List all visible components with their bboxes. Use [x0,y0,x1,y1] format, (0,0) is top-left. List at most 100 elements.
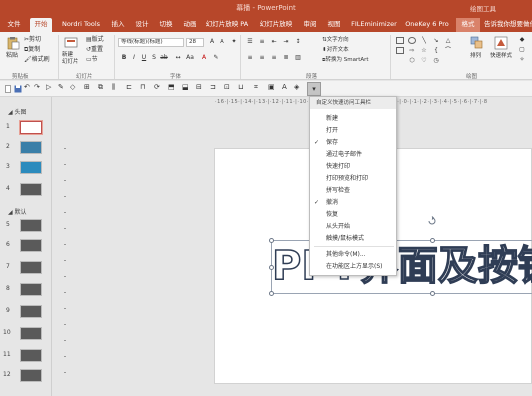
slide-thumb-3[interactable] [20,161,42,174]
tab-animations[interactable]: 动画 [180,18,200,32]
menu-item-show-above-ribbon[interactable]: 在功能区上方显示(S) [310,261,396,272]
decrease-font-icon[interactable]: A [218,38,226,46]
tell-me-search[interactable]: 告诉我你想要做什么 [484,18,532,32]
resize-handle[interactable] [269,291,274,296]
align-left-icon[interactable]: ≡ [246,54,254,62]
menu-item-email[interactable]: 通过电子邮件 [310,149,396,160]
font-color-icon[interactable]: A [200,54,208,62]
arrow-shape-icon[interactable]: ↘ [432,37,440,45]
menu-item-quick-print[interactable]: 快速打印 [310,161,396,172]
line-spacing-icon[interactable]: ↕ [294,38,302,46]
italic-icon[interactable]: I [130,54,138,62]
justify-icon[interactable]: ≣ [282,54,290,62]
font-name-combo[interactable]: 等线(标题)(标题) [118,38,184,47]
tab-nordri-tools[interactable]: Nordri Tools [58,18,104,32]
section-header-cover[interactable]: ◢ 头图 [8,107,27,116]
tab-insert[interactable]: 插入 [108,18,128,32]
tab-slideshow[interactable]: 幻灯片放映 [256,18,296,32]
slide-thumb-8[interactable] [20,283,42,296]
arrange-icon[interactable] [470,36,484,50]
curve-shape-icon[interactable]: ⌒ [444,47,452,55]
text-direction-button[interactable]: ⇅文字方向 [322,36,349,44]
align-top-qat-icon[interactable]: ⊓ [140,83,148,91]
shapes-qat-icon[interactable]: ◇ [70,83,78,91]
textbox-shape-icon[interactable] [396,47,404,54]
rotate-handle-icon[interactable] [427,216,437,226]
shape-effects-icon[interactable]: ✧ [518,56,526,64]
customize-qat-dropdown[interactable]: ▾ [307,82,321,96]
slide-thumb-7[interactable] [20,261,42,274]
align-center-icon[interactable]: ≡ [258,54,266,62]
menu-item-new[interactable]: 新建 [310,113,396,124]
increase-font-icon[interactable]: A [208,38,216,46]
section-header-default[interactable]: ◢ 默认 [8,207,27,216]
tab-design[interactable]: 设计 [132,18,152,32]
slide-thumb-11[interactable] [20,349,42,362]
slide-thumb-2[interactable] [20,141,42,154]
increase-indent-icon[interactable]: ⇥ [282,38,290,46]
heart-shape-icon[interactable]: ♡ [420,57,428,65]
tab-pa[interactable]: 幻灯片放映 PA [202,18,252,32]
align-right-qat-icon[interactable]: ⊐ [210,83,218,91]
slide-thumb-12[interactable] [20,369,42,382]
resize-handle[interactable] [269,265,274,270]
callout-shape-icon[interactable]: ◷ [432,57,440,65]
tab-review[interactable]: 审阅 [300,18,320,32]
copy-button[interactable]: ⧉复制 [24,46,40,54]
menu-item-print-preview[interactable]: 打印预览和打印 [310,173,396,184]
tab-fileminimizer[interactable]: FILEminimizer [348,18,400,32]
smartart-button[interactable]: ⧈转换为 SmartArt [322,56,369,64]
align-text-button[interactable]: ⬍对齐文本 [322,46,349,54]
arrow-right-shape-icon[interactable]: ⇨ [408,47,416,55]
align-left-qat-icon[interactable]: ⊏ [126,83,134,91]
redo-icon[interactable]: ↷ [34,83,42,91]
shape-qat-icon[interactable]: ◈ [294,83,302,91]
slide-thumb-1[interactable] [20,121,42,134]
send-back-qat-icon[interactable]: ⬓ [182,83,190,91]
menu-item-more-commands[interactable]: 其他命令(M)... [310,249,396,260]
text-effects-qat-icon[interactable]: A [282,83,290,91]
slide-thumb-4[interactable] [20,183,42,196]
tab-format[interactable]: 格式 [456,18,480,32]
menu-item-from-beginning[interactable]: 从头开始 [310,221,396,232]
slide-thumb-10[interactable] [20,327,42,340]
layout-button[interactable]: ▤版式 [86,36,104,44]
columns-icon[interactable]: ▥ [294,54,302,62]
shape-fill-icon[interactable]: ◆ [518,36,526,44]
align-middle-qat-icon[interactable]: ⊡ [224,83,232,91]
font-size-combo[interactable]: 28 [186,38,204,47]
slide-thumb-6[interactable] [20,239,42,252]
crop-qat-icon[interactable]: ⌗ [254,83,262,91]
quick-styles-icon[interactable] [494,36,508,50]
undo-icon[interactable]: ↶ [24,83,32,91]
rectangle-shape-icon[interactable] [396,37,404,44]
bullets-icon[interactable]: ☰ [246,38,254,46]
tab-home[interactable]: 开始 [30,18,52,32]
change-case-icon[interactable]: Aa [186,54,194,62]
new-slide-button[interactable]: 新建 幻灯片 [62,52,79,66]
quick-styles-button[interactable]: 快速样式 [490,52,512,60]
line-shape-icon[interactable]: ╲ [420,37,428,45]
new-file-icon[interactable] [4,85,12,93]
shape-outline-icon[interactable]: ▢ [518,46,526,54]
menu-item-open[interactable]: 打开 [310,125,396,136]
oval-shape-icon[interactable] [408,37,416,44]
align-bottom-qat-icon[interactable]: ⊔ [238,83,246,91]
paste-button[interactable]: 粘贴 [6,52,18,60]
menu-item-redo[interactable]: 恢复 [310,209,396,220]
underline-icon[interactable]: U [140,54,148,62]
slide-thumb-9[interactable] [20,305,42,318]
char-spacing-icon[interactable]: ↔ [174,54,182,62]
paste-icon[interactable] [6,36,20,50]
reset-button[interactable]: ↺重置 [86,46,103,54]
tab-file[interactable]: 文件 [4,18,24,32]
format-painter-button[interactable]: 🖌格式刷 [24,56,50,64]
cut-button[interactable]: ✂剪切 [24,36,41,44]
align-qat-icon[interactable]: ⊞ [84,83,92,91]
start-from-beginning-icon[interactable]: ▷ [46,83,54,91]
slide-thumb-5[interactable] [20,219,42,232]
rotate-qat-icon[interactable]: ⟳ [154,83,162,91]
group-qat-icon[interactable]: ⧉ [98,83,106,91]
hexagon-shape-icon[interactable]: ⬡ [408,57,416,65]
resize-handle[interactable] [430,291,435,296]
